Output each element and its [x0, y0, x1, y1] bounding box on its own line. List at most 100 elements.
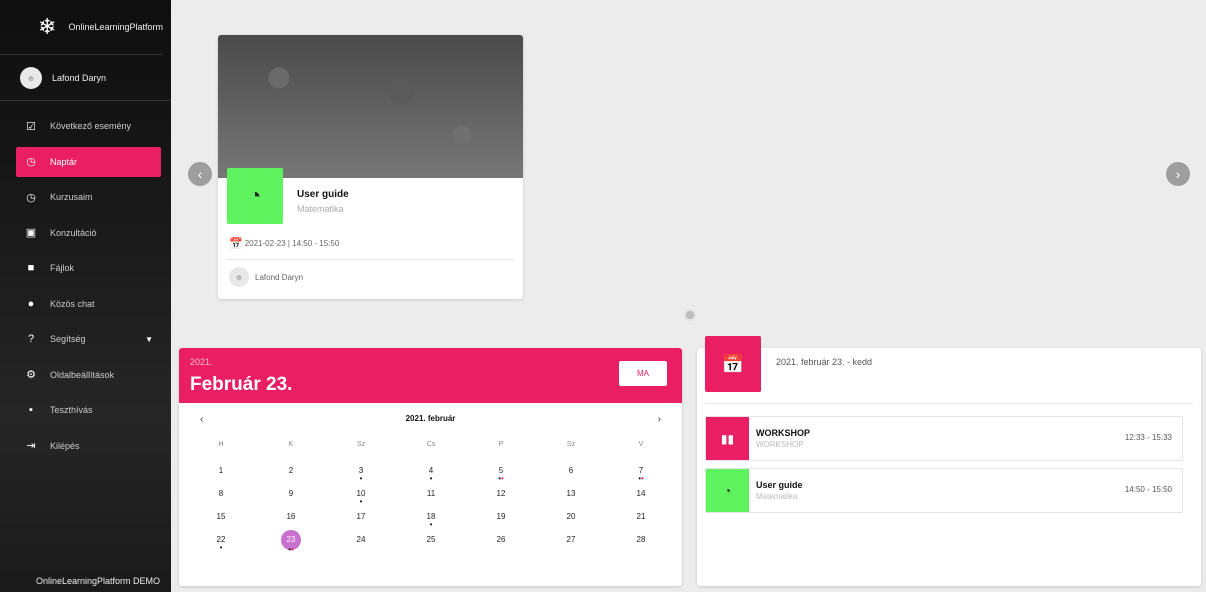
carousel-indicator[interactable] [684, 309, 696, 321]
calendar-day[interactable]: 17 [326, 510, 396, 533]
calendar-day[interactable]: 4 • [396, 464, 466, 487]
day-events-panel: 📅 2021. február 23. - kedd ▮▮ WORKSHOP W… [697, 336, 1201, 586]
settings-icon: ⚙ [26, 369, 36, 381]
weekday: V [638, 441, 644, 448]
calendar-month: 2021. február [405, 414, 456, 423]
today-button[interactable]: MA [619, 361, 667, 386]
main-content: ‹ › ◔ User guide Matematika 📅 2021-02-23 … [171, 0, 1206, 592]
calendar-day[interactable]: 9 [256, 487, 326, 510]
calendar-header: 2021. Február 23. MA [179, 348, 682, 403]
calendar-day[interactable]: 10 • [326, 487, 396, 510]
event-dot: •• [498, 474, 504, 483]
sidebar-item-settings[interactable]: ⚙ Oldalbeállítások [16, 360, 161, 390]
help-icon: ? [27, 333, 35, 345]
sidebar-item-next-event[interactable]: ☑ Következő esemény [16, 111, 161, 141]
event-dot: • [359, 497, 363, 506]
sidebar-item-courses[interactable]: ◷ Kurzusaim [16, 182, 161, 212]
file-icon: ■ [27, 262, 35, 274]
event-dot: • [429, 474, 433, 483]
weekday: P [498, 441, 504, 448]
event-subject: Matematika [297, 204, 344, 214]
sidebar: ❄ OnlineLearningPlatform ● Lafond Daryn … [0, 0, 171, 592]
calendar-day[interactable]: 2 [256, 464, 326, 487]
calendar-day[interactable]: 12 [466, 487, 536, 510]
calendar-day[interactable]: 27 [536, 533, 606, 556]
calendar-panel: 2021. Február 23. MA ‹ 2021. február › H… [179, 348, 682, 586]
calendar-day[interactable]: 6 [536, 464, 606, 487]
event-dot: • [429, 520, 433, 529]
calendar-day[interactable]: 5 •• [466, 464, 536, 487]
clock-icon: ◷ [26, 156, 36, 168]
calendar-clock-icon: 📅 [229, 238, 243, 250]
weekday: Cs [426, 441, 436, 448]
calendar-day[interactable]: 22 • [186, 533, 256, 556]
calendar-check-icon: ☑ [26, 120, 36, 133]
calendar-day[interactable]: 1 [186, 464, 256, 487]
clipboard-icon: ▣ [25, 227, 37, 239]
carousel-next-button[interactable]: › [1166, 162, 1190, 186]
sidebar-item-label: Következő esemény [50, 121, 132, 131]
weekday-row: H K Sz Cs P Sz V [186, 438, 676, 464]
event-dot: • [359, 474, 363, 483]
weekday: H [218, 441, 224, 448]
event-list-item[interactable]: ▮▮ WORKSHOP WORKSHOP 12:33 - 15:33 [705, 416, 1183, 461]
event-item-time: 12:33 - 15:33 [1124, 433, 1172, 442]
calendar-day[interactable]: 13 [536, 487, 606, 510]
day-events-date: 2021. február 23. - kedd [776, 357, 873, 367]
sidebar-item-label: Fájlok [50, 263, 75, 273]
sidebar-item-help[interactable]: ? Segítség ▼ [16, 324, 161, 354]
sidebar-item-label: Kurzusaim [50, 192, 93, 202]
sidebar-item-calendar[interactable]: ◷ Naptár [16, 146, 161, 177]
calendar-day[interactable]: 18 • [396, 510, 466, 533]
calendar-day[interactable]: 28 [606, 533, 676, 556]
weekday: K [288, 441, 294, 448]
event-dot: •• [288, 545, 294, 554]
event-item-subtitle: Matematika [756, 492, 798, 501]
sidebar-menu: ☑ Következő esemény ◷ Naptár ◷ Kurzusaim ▣ K… [0, 111, 171, 466]
calendar-day[interactable]: 8 [186, 487, 256, 510]
calendar-clock-icon: 📅 [705, 336, 761, 392]
calendar-day[interactable]: 24 [326, 533, 396, 556]
calendar-day[interactable]: 7 •• [606, 464, 676, 487]
calendar-day[interactable]: 25 [396, 533, 466, 556]
user-profile[interactable]: ● Lafond Daryn [0, 55, 171, 101]
calendar-day[interactable]: 15 [186, 510, 256, 533]
event-card-image [218, 35, 523, 178]
avatar: ● [229, 267, 249, 287]
calendar-day-selected[interactable]: 23 •• [256, 530, 326, 556]
calendar-nav: ‹ 2021. február › [179, 414, 682, 426]
sidebar-item-files[interactable]: ■ Fájlok [16, 253, 161, 283]
calendar-day[interactable]: 26 [466, 533, 536, 556]
sidebar-item-logout[interactable]: ⇥ Kilépés [16, 431, 161, 461]
event-owner: ● Lafond Daryn [229, 267, 303, 287]
sidebar-item-chat[interactable]: ● Közös chat [16, 289, 161, 319]
event-owner-name: Lafond Daryn [255, 272, 304, 282]
user-name: Lafond Daryn [52, 72, 107, 83]
calendar-day[interactable]: 3 • [326, 464, 396, 487]
calendar-day[interactable]: 19 [466, 510, 536, 533]
snowflake-logo-icon: ❄ [38, 14, 57, 39]
calendar-day[interactable]: 21 [606, 510, 676, 533]
event-item-subtitle: WORKSHOP [756, 440, 804, 449]
weekday: Sz [566, 441, 576, 448]
sidebar-item-label: Oldalbeállítások [50, 369, 115, 380]
calendar-day[interactable]: 14 [606, 487, 676, 510]
next-month-button[interactable]: › [658, 414, 661, 425]
calendar-day[interactable]: 20 [536, 510, 606, 533]
book-icon: ▮▮ [706, 417, 749, 460]
sidebar-item-label: Közös chat [50, 298, 95, 309]
sidebar-item-label: Teszthívás [50, 405, 93, 415]
week-row: 22 • 23 •• 24 25 26 27 28 [186, 530, 676, 556]
sidebar-item-test-call[interactable]: ▪ Teszthívás [16, 395, 161, 425]
sidebar-item-consultation[interactable]: ▣ Konzultáció [16, 218, 161, 248]
carousel-prev-button[interactable]: ‹ [188, 162, 212, 186]
timer-icon: ◔ [227, 168, 283, 224]
sidebar-item-label: Kilépés [50, 440, 80, 451]
sidebar-item-label: Naptár [50, 156, 78, 167]
calendar-day[interactable]: 11 [396, 487, 466, 510]
event-list-item[interactable]: ◔ User guide Matematika 14:50 - 15:50 [705, 468, 1183, 513]
brand[interactable]: ❄ OnlineLearningPlatform [0, 0, 163, 55]
week-row: 15 16 17 18 • 19 20 21 [186, 510, 676, 533]
event-card[interactable]: ◔ User guide Matematika 📅 2021-02-23 | 14… [218, 35, 523, 299]
chevron-down-icon: ▼ [145, 334, 153, 344]
